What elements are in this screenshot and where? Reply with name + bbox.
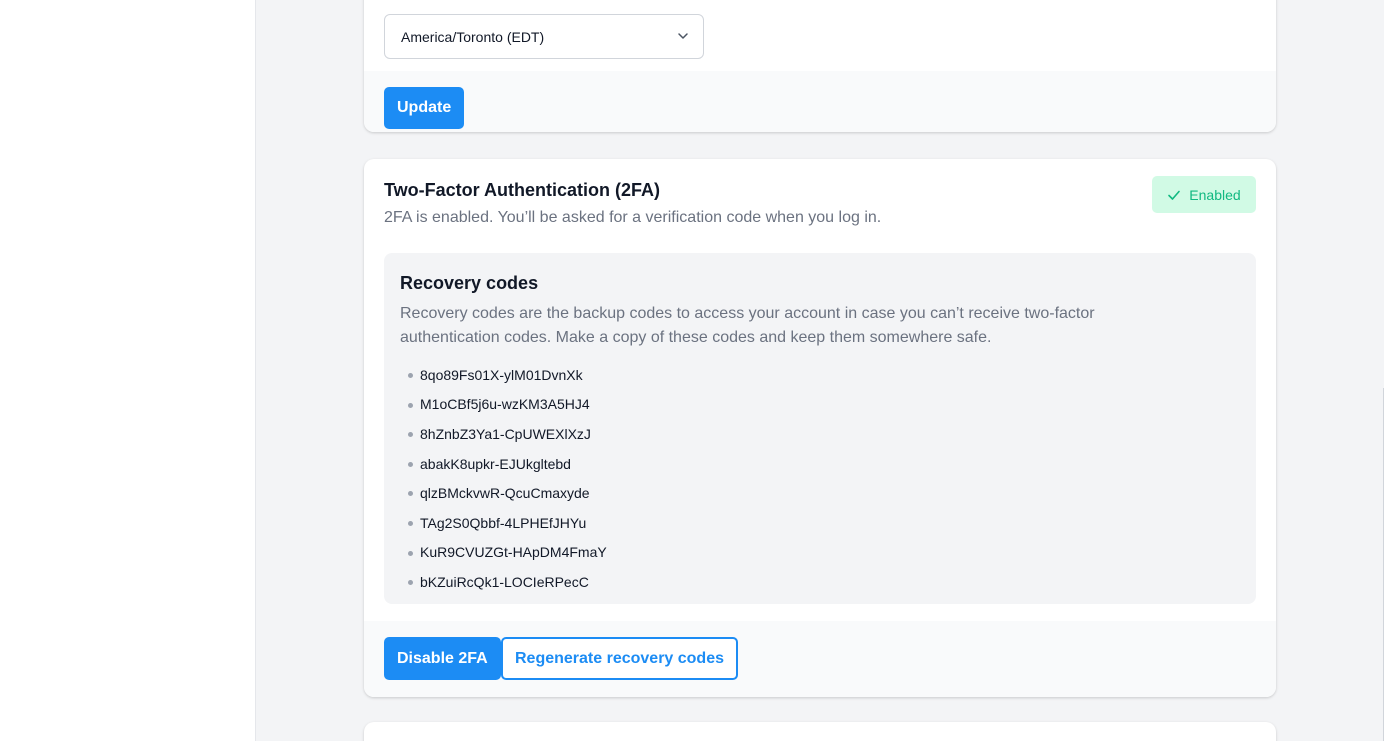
two-factor-title: Two-Factor Authentication (2FA): [384, 180, 660, 200]
recovery-codes-list: 8qo89Fs01X-ylM01DvnXk M1oCBf5j6u-wzKM3A5…: [400, 360, 1240, 597]
timezone-card: America/Toronto (EDT) Update: [364, 0, 1276, 132]
recovery-codes-title: Recovery codes: [400, 273, 539, 293]
status-badge: Enabled: [1152, 176, 1256, 213]
timezone-card-footer: Update: [364, 71, 1276, 132]
regenerate-codes-button[interactable]: Regenerate recovery codes: [501, 637, 738, 680]
two-factor-description: 2FA is enabled. You’ll be asked for a ve…: [384, 209, 882, 226]
update-button[interactable]: Update: [384, 87, 465, 129]
main-content: America/Toronto (EDT) Update Two-Factor …: [256, 0, 1384, 741]
recovery-code: abakK8upkr-EJUkgltebd: [400, 449, 1240, 479]
two-factor-card-body: Two-Factor Authentication (2FA) 2FA is e…: [364, 159, 1276, 621]
timezone-select-value: America/Toronto (EDT): [401, 28, 545, 45]
status-badge-label: Enabled: [1189, 186, 1241, 203]
chevron-down-icon: [678, 33, 688, 39]
timezone-select[interactable]: America/Toronto (EDT): [384, 14, 704, 59]
recovery-code: KuR9CVUZGt-HApDM4FmaY: [400, 538, 1240, 568]
check-icon: [1168, 190, 1181, 200]
recovery-code: bKZuiRcQk1-LOCIeRPecC: [400, 567, 1240, 597]
next-card: [364, 722, 1276, 741]
timezone-card-body: America/Toronto (EDT): [364, 0, 1276, 71]
two-factor-card: Two-Factor Authentication (2FA) 2FA is e…: [364, 159, 1276, 697]
disable-2fa-button[interactable]: Disable 2FA: [384, 637, 501, 680]
recovery-code: 8hZnbZ3Ya1-CpUWEXlXzJ: [400, 419, 1240, 449]
two-factor-card-footer: Disable 2FA Regenerate recovery codes: [364, 621, 1276, 697]
recovery-code: TAg2S0Qbbf-4LPHEfJHYu: [400, 508, 1240, 538]
recovery-codes-panel: Recovery codes Recovery codes are the ba…: [384, 253, 1256, 604]
recovery-code: 8qo89Fs01X-ylM01DvnXk: [400, 360, 1240, 390]
sidebar: [0, 0, 256, 741]
recovery-codes-description: Recovery codes are the backup codes to a…: [400, 305, 1095, 346]
recovery-code: M1oCBf5j6u-wzKM3A5HJ4: [400, 390, 1240, 420]
recovery-code: qlzBMckvwR-QcuCmaxyde: [400, 478, 1240, 508]
